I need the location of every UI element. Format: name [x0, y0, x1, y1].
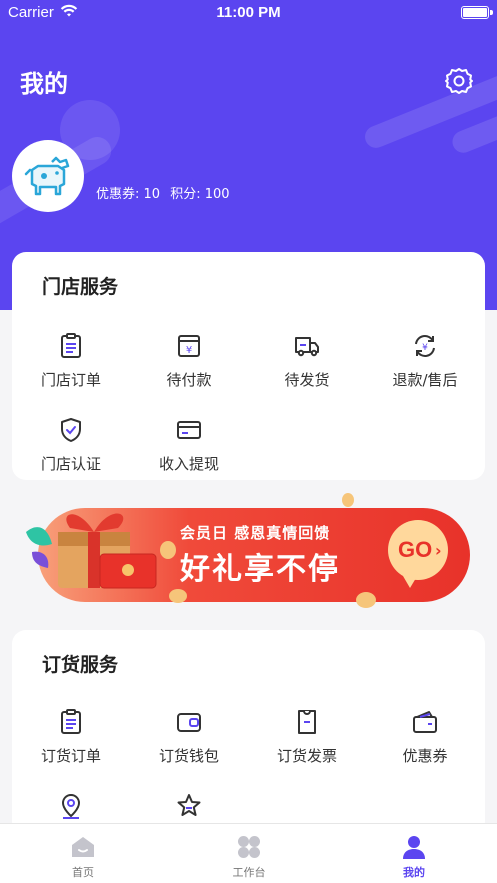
tab-label: 工作台 [232, 866, 266, 879]
coupon-wallet-icon [413, 711, 437, 733]
invoice-icon [298, 710, 316, 734]
tab-home[interactable]: 首页 [0, 824, 166, 883]
item-label: 退款/售后 [392, 371, 458, 389]
coupons-item[interactable]: 优惠券 [366, 708, 484, 766]
order-invoice-item[interactable]: 订货发票 [248, 708, 366, 766]
favorites-item[interactable] [130, 792, 248, 820]
item-label: 收入提现 [158, 455, 219, 473]
address-item[interactable] [12, 792, 130, 820]
clipboard-icon [61, 333, 81, 358]
item-label: 门店订单 [40, 371, 101, 389]
star-icon [177, 794, 201, 816]
coupon-count[interactable]: 优惠券: 10 [96, 187, 160, 202]
banner-headline: 好礼享不停 [180, 552, 340, 587]
refund-after-sales-item[interactable]: ¥ 退款/售后 [366, 332, 484, 390]
order-services-title: 订货服务 [42, 654, 119, 676]
item-label: 订货订单 [40, 747, 101, 765]
clock: 11:00 PM [216, 4, 281, 21]
tab-label: 我的 [403, 866, 425, 879]
refund-icon: ¥ [415, 335, 435, 357]
tab-workbench[interactable]: 工作台 [166, 824, 332, 883]
svg-text:¥: ¥ [422, 343, 428, 353]
battery-icon [461, 6, 493, 19]
user-icon [403, 836, 425, 859]
purchase-orders-item[interactable]: 订货订单 [12, 708, 130, 766]
status-bar: Carrier 11:00 PM [0, 0, 497, 26]
item-label: 订货钱包 [158, 747, 219, 765]
tab-bar: 首页 工作台 我的 [0, 823, 497, 883]
profile-page: Carrier 11:00 PM 我的 优惠券: 10 积分: 100 门店服务 [0, 0, 497, 883]
yen-card-icon: ¥ [178, 335, 200, 357]
grid-icon [238, 836, 260, 858]
wallet-icon [177, 713, 201, 732]
banner-subtitle: 会员日 感恩真情回馈 [180, 524, 331, 542]
store-services-title: 门店服务 [42, 276, 119, 298]
shield-check-icon [61, 418, 81, 442]
points-count[interactable]: 积分: 100 [170, 187, 229, 202]
tab-mine[interactable]: 我的 [331, 824, 497, 883]
banner-go-label: GO [398, 537, 433, 562]
avatar[interactable] [12, 140, 84, 212]
item-label: 待发货 [284, 371, 330, 389]
store-orders-item[interactable]: 门店订单 [12, 332, 130, 390]
promo-banner[interactable]: 会员日 感恩真情回馈 好礼享不停 GO › [18, 492, 478, 610]
item-label: 订货发票 [276, 747, 337, 765]
profile-stats: 优惠券: 10 积分: 100 [96, 183, 236, 202]
order-wallet-item[interactable]: 订货钱包 [130, 708, 248, 766]
store-services-card: 门店服务 门店订单 ¥ 待付款 待发货 ¥ 退款/售后 门店认证 收入提现 [12, 252, 485, 480]
truck-icon [295, 337, 319, 357]
item-label: 门店认证 [40, 455, 101, 473]
item-label: 优惠券 [402, 747, 448, 765]
home-icon [72, 837, 94, 857]
chevron-right-icon: › [435, 541, 442, 560]
tab-label: 首页 [72, 866, 94, 879]
gear-icon[interactable] [444, 66, 474, 96]
cow-avatar-icon [24, 156, 70, 196]
page-title: 我的 [20, 70, 68, 98]
store-verification-item[interactable]: 门店认证 [12, 416, 130, 474]
pending-payment-item[interactable]: ¥ 待付款 [130, 332, 248, 390]
item-label: 待付款 [166, 371, 212, 389]
credit-card-icon [177, 421, 201, 439]
pending-shipment-item[interactable]: 待发货 [248, 332, 366, 390]
location-icon [61, 793, 81, 819]
order-services-card: 订货服务 订货订单 订货钱包 订货发票 优惠券 [12, 630, 485, 835]
income-withdraw-item[interactable]: 收入提现 [130, 416, 248, 474]
svg-text:¥: ¥ [186, 345, 192, 356]
clipboard-icon [61, 709, 81, 734]
